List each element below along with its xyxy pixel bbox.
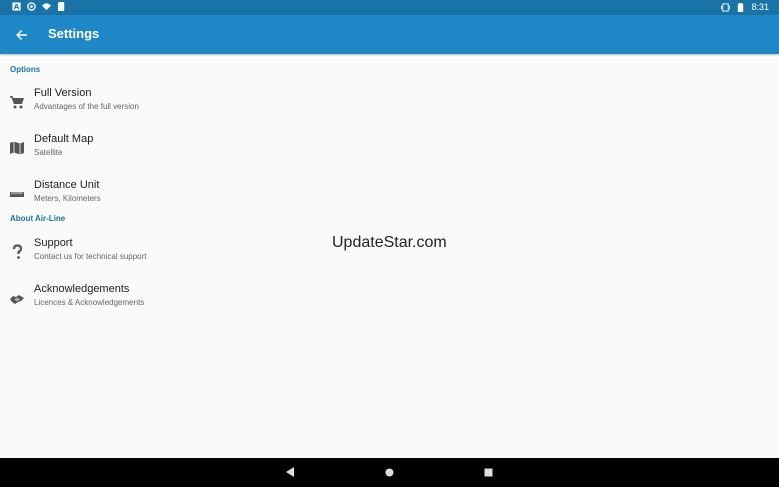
settings-item-full-version[interactable]: Full Version Advantages of the full vers… xyxy=(0,82,779,126)
item-subtitle: Meters, Kilometers xyxy=(34,194,101,203)
section-header-about: About Air-Line xyxy=(10,214,66,223)
nav-home-button[interactable] xyxy=(382,465,396,479)
wifi-icon xyxy=(42,3,51,11)
item-title: Acknowledgements xyxy=(34,283,130,295)
svg-text:A: A xyxy=(14,2,20,11)
question-icon xyxy=(12,244,23,259)
battery-icon xyxy=(738,2,744,12)
sync-icon xyxy=(27,2,36,11)
sd-card-icon xyxy=(57,2,65,11)
nav-back-button[interactable] xyxy=(283,465,297,479)
vibrate-icon xyxy=(721,2,731,12)
nav-recents-button[interactable] xyxy=(481,465,495,479)
nav-recents-icon xyxy=(484,468,492,476)
settings-item-distance-unit[interactable]: Distance Unit Meters, Kilometers xyxy=(0,174,779,218)
status-time: 8:31 xyxy=(751,2,769,12)
system-nav-bar xyxy=(0,458,779,487)
ruler-icon xyxy=(10,192,24,197)
item-title: Distance Unit xyxy=(34,179,100,191)
nav-home-icon xyxy=(385,468,393,476)
settings-item-default-map[interactable]: Default Map Satellite xyxy=(0,128,779,172)
item-subtitle: Contact us for technical support xyxy=(34,252,147,261)
section-header-options: Options xyxy=(10,65,41,74)
watermark-text: UpdateStar.com xyxy=(332,234,447,251)
item-title: Support xyxy=(34,237,73,249)
status-bar: A 8:31 xyxy=(0,0,779,15)
item-title: Full Version xyxy=(34,87,92,99)
page-title: Settings xyxy=(48,26,100,41)
item-subtitle: Advantages of the full version xyxy=(34,102,139,111)
cart-icon xyxy=(10,96,24,109)
nav-back-icon xyxy=(285,467,294,477)
notification-a-icon: A xyxy=(12,2,21,11)
arrow-left-icon xyxy=(16,30,27,40)
handshake-icon xyxy=(10,295,24,304)
item-subtitle: Licences & Acknowledgements xyxy=(34,298,145,307)
item-subtitle: Satellite xyxy=(34,148,63,157)
app-toolbar: Settings xyxy=(0,15,779,54)
back-button[interactable] xyxy=(10,23,34,47)
map-icon xyxy=(10,141,24,155)
settings-item-acknowledgements[interactable]: Acknowledgements Licences & Acknowledgem… xyxy=(0,278,779,322)
item-title: Default Map xyxy=(34,133,94,145)
